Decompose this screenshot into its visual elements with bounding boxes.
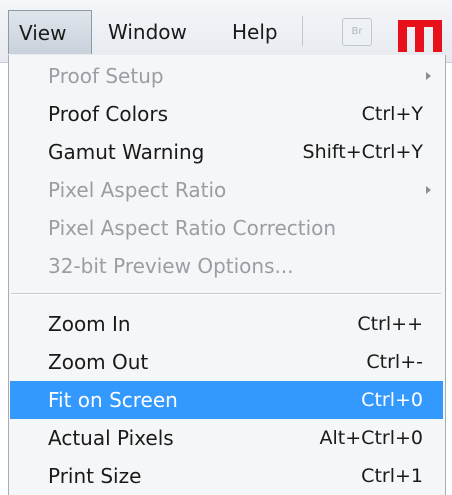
menu-item-label: Actual Pixels xyxy=(48,426,174,450)
menu-item-shortcut: Ctrl+- xyxy=(366,351,423,373)
menu-item-print-size[interactable]: Print Size Ctrl+1 xyxy=(10,457,443,495)
menu-item-label: Proof Setup xyxy=(48,64,164,88)
menu-item-proof-setup[interactable]: Proof Setup xyxy=(10,57,443,95)
menu-item-pixel-aspect-ratio-correction[interactable]: Pixel Aspect Ratio Correction xyxy=(10,209,443,247)
menu-item-label: Fit on Screen xyxy=(48,388,178,412)
menu-item-label: Print Size xyxy=(48,464,142,488)
menu-item-label: Zoom In xyxy=(48,312,131,336)
menu-item-shortcut: Ctrl+0 xyxy=(361,389,423,411)
bridge-button[interactable]: Br xyxy=(342,18,372,46)
app-window: View Window Help Br Proof Setup Proof Co… xyxy=(0,0,452,495)
menu-separator xyxy=(11,293,441,295)
menu-item-shortcut: Alt+Ctrl+0 xyxy=(319,427,423,449)
menu-item-actual-pixels[interactable]: Actual Pixels Alt+Ctrl+0 xyxy=(10,419,443,457)
submenu-arrow-icon xyxy=(426,186,431,194)
menu-item-proof-colors[interactable]: Proof Colors Ctrl+Y xyxy=(10,95,443,133)
menu-item-label: 32-bit Preview Options... xyxy=(48,254,294,278)
menu-bar: View Window Help Br xyxy=(0,0,452,63)
menu-item-label: Gamut Warning xyxy=(48,140,205,164)
menu-item-shortcut: Ctrl++ xyxy=(357,313,423,335)
menu-item-label: Pixel Aspect Ratio Correction xyxy=(48,216,337,240)
menu-item-shortcut: Shift+Ctrl+Y xyxy=(302,141,423,163)
menu-item-zoom-out[interactable]: Zoom Out Ctrl+- xyxy=(10,343,443,381)
menubar-separator xyxy=(302,16,303,46)
menu-item-shortcut: Ctrl+1 xyxy=(361,465,423,487)
menu-item-shortcut: Ctrl+Y xyxy=(361,103,423,125)
menu-item-32bit-preview-options[interactable]: 32-bit Preview Options... xyxy=(10,247,443,285)
menu-item-zoom-in[interactable]: Zoom In Ctrl++ xyxy=(10,305,443,343)
brand-logo-icon xyxy=(398,20,442,52)
menu-item-label: Pixel Aspect Ratio xyxy=(48,178,227,202)
menu-item-label: Zoom Out xyxy=(48,350,149,374)
menu-window[interactable]: Window xyxy=(108,10,187,54)
submenu-arrow-icon xyxy=(426,72,431,80)
menu-item-label: Proof Colors xyxy=(48,102,168,126)
menu-view[interactable]: View xyxy=(8,10,92,54)
menu-item-pixel-aspect-ratio[interactable]: Pixel Aspect Ratio xyxy=(10,171,443,209)
view-dropdown-menu: Proof Setup Proof Colors Ctrl+Y Gamut Wa… xyxy=(8,55,446,495)
menu-help[interactable]: Help xyxy=(232,10,278,54)
menu-item-gamut-warning[interactable]: Gamut Warning Shift+Ctrl+Y xyxy=(10,133,443,171)
menu-item-fit-on-screen[interactable]: Fit on Screen Ctrl+0 xyxy=(10,381,443,419)
